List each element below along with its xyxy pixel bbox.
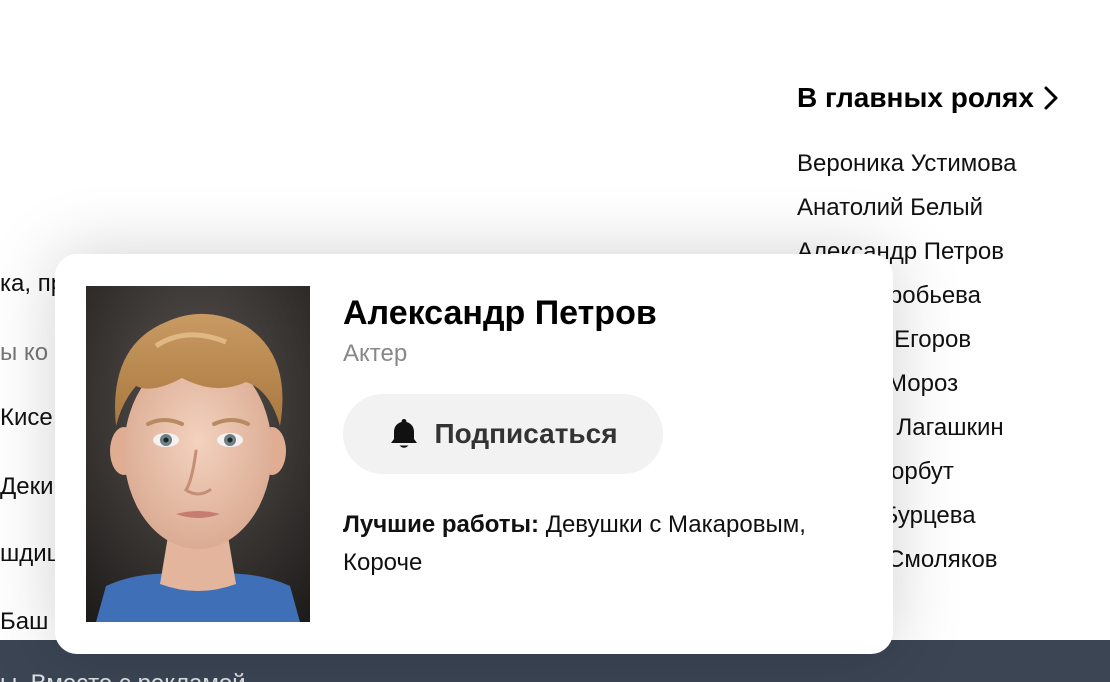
actor-popup-card: Александр Петров Актер Подписаться Лучши… [55,254,893,654]
left-fragment-text: Кисе [0,404,53,431]
cast-item[interactable]: Вероника Устимова [797,142,1097,186]
left-fragment-text: Баш [0,608,49,635]
best-works: Лучшие работы: Девушки с Макаровым, Коро… [343,506,863,582]
subscribe-label: Подписаться [434,418,618,449]
left-fragment-text: Деки [0,473,54,500]
actor-photo-image [86,286,310,622]
actor-photo[interactable] [86,286,310,622]
chevron-right-icon [1044,86,1058,110]
footer-text: ы. Вместе с рекламой [0,670,246,682]
subscribe-button[interactable]: Подписаться [343,394,663,474]
actor-name[interactable]: Александр Петров [343,294,657,333]
left-fragment-text: ы ко [0,339,49,366]
actor-role: Актер [343,340,408,367]
cast-heading-title: В главных ролях [797,82,1034,113]
cast-heading-link[interactable]: В главных ролях [797,80,1097,116]
left-fragment-text: шдиш [0,540,60,567]
best-works-label: Лучшие работы: [343,511,540,538]
cast-item[interactable]: Анатолий Белый [797,186,1097,230]
bell-icon [391,419,418,448]
left-fragment-text: ка, пр [0,270,60,297]
background-left-column: ка, пр ы ко Кисе Деки шдиш Баш [0,0,60,640]
